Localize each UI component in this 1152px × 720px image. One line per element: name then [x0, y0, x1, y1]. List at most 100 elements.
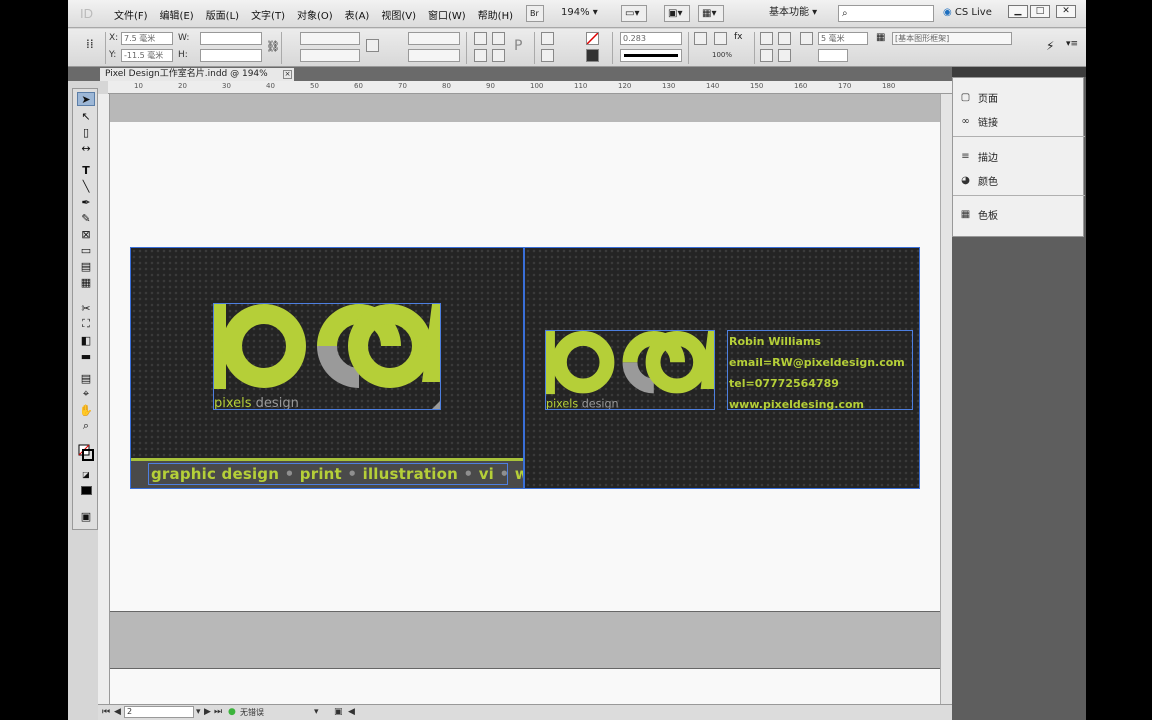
y-field[interactable]: -11.5 毫米	[121, 49, 173, 62]
menu-edit[interactable]: 编辑(E)	[154, 7, 200, 22]
menu-table[interactable]: 表(A)	[339, 7, 376, 22]
text-wrap-box-icon[interactable]	[778, 32, 791, 45]
pen-tool-icon[interactable]: ✒	[77, 195, 95, 209]
arrange-docs-button[interactable]: ▦▾	[698, 5, 724, 22]
stroke-swatch-icon[interactable]	[586, 49, 599, 62]
select-container-icon[interactable]	[541, 32, 554, 45]
panel-stroke[interactable]: ≡ 描边	[959, 147, 998, 165]
free-transform-tool-icon[interactable]: ⛶	[77, 317, 95, 331]
page-menu-icon[interactable]: ▾	[196, 707, 201, 717]
direct-selection-tool-icon[interactable]: ↖	[77, 109, 95, 123]
logo-frame-back[interactable]: pixels design	[545, 330, 715, 411]
flip-vertical-icon[interactable]	[492, 49, 505, 62]
constrain-proportions-icon[interactable]: ⛓	[266, 40, 280, 53]
preflight-menu-icon[interactable]: ▾	[314, 707, 319, 717]
workspace-switcher[interactable]: 基本功能 ▾	[766, 5, 826, 22]
document-tab[interactable]: Pixel Design工作室名片.indd @ 194% ×	[100, 68, 294, 81]
business-card-front[interactable]: pixels design graphic design • print • i…	[130, 247, 524, 489]
width-field[interactable]	[200, 32, 262, 45]
preflight-status[interactable]: 无错误	[240, 707, 264, 718]
text-wrap-none-icon[interactable]	[760, 32, 773, 45]
last-page-icon[interactable]: ⏭	[214, 707, 222, 717]
menu-view[interactable]: 视图(V)	[375, 7, 422, 22]
grid-tool-icon[interactable]: ▦	[77, 275, 95, 289]
panel-color[interactable]: ◕ 颜色	[959, 171, 998, 189]
vertical-scrollbar[interactable]	[940, 94, 952, 704]
logo-frame-front[interactable]: pixels design	[213, 303, 441, 411]
constrain-scale-icon[interactable]	[366, 39, 379, 52]
panel-pages[interactable]: ▢ 页面	[959, 88, 998, 106]
shear-field[interactable]	[408, 49, 460, 62]
close-tab-icon[interactable]: ×	[283, 70, 292, 79]
fx-icon[interactable]: fx	[734, 32, 747, 45]
bridge-button[interactable]: Br	[526, 5, 544, 22]
table-tool-icon[interactable]: ▤	[77, 259, 95, 273]
pencil-tool-icon[interactable]: ✎	[77, 211, 95, 225]
gradient-swatch-tool-icon[interactable]: ◧	[77, 333, 95, 347]
opacity-value[interactable]: 100%	[712, 51, 732, 59]
rotate-field[interactable]	[408, 32, 460, 45]
object-style-select[interactable]: [基本图形框架]	[892, 32, 1012, 45]
page[interactable]	[110, 668, 940, 704]
prev-page-icon[interactable]: ◀	[114, 707, 121, 717]
contact-text-frame[interactable]: Robin Williams email=RW@pixeldesign.com …	[727, 330, 913, 411]
line-tool-icon[interactable]: ╲	[77, 179, 95, 193]
fill-swatch-icon[interactable]	[586, 32, 599, 45]
scroll-left-icon[interactable]: ◀	[348, 707, 355, 717]
next-page-icon[interactable]: ▶	[204, 707, 211, 717]
zoom-tool-icon[interactable]: ⌕	[77, 419, 95, 433]
flip-horizontal-icon[interactable]	[474, 49, 487, 62]
gap-field[interactable]: 5 毫米	[818, 32, 868, 45]
gap-tool-icon[interactable]: ↔	[77, 141, 95, 155]
business-card-back[interactable]: pixels design Robin Williams email=RW@pi…	[524, 247, 920, 489]
x-field[interactable]: 7.5 毫米	[121, 32, 173, 45]
effects-icon[interactable]	[714, 32, 727, 45]
maximize-button[interactable]: □	[1030, 5, 1050, 18]
default-colors-icon[interactable]: ◪	[77, 467, 95, 481]
text-wrap-jump-icon[interactable]	[778, 49, 791, 62]
menu-help[interactable]: 帮助(H)	[472, 7, 519, 22]
rectangle-tool-icon[interactable]: ▭	[77, 243, 95, 257]
page[interactable]: pixels design graphic design • print • i…	[110, 122, 940, 612]
drop-shadow-icon[interactable]	[694, 32, 707, 45]
menu-type[interactable]: 文字(T)	[245, 7, 291, 22]
corner-select[interactable]	[818, 49, 848, 62]
eyedropper-tool-icon[interactable]: ⌖	[77, 387, 95, 401]
menu-file[interactable]: 文件(F)	[108, 7, 154, 22]
gradient-feather-tool-icon[interactable]: ▬	[77, 349, 95, 363]
document-canvas[interactable]: pixels design graphic design • print • i…	[110, 94, 940, 704]
quick-apply-icon[interactable]: ⚡	[1046, 39, 1059, 53]
panel-menu-icon[interactable]: ▾≡	[1066, 39, 1079, 52]
note-tool-icon[interactable]: ▤	[77, 371, 95, 385]
panel-links[interactable]: ∞ 链接	[959, 112, 998, 130]
menu-window[interactable]: 窗口(W)	[422, 7, 472, 22]
select-content-icon[interactable]	[541, 49, 554, 62]
screen-mode-button[interactable]: ▣▾	[664, 5, 690, 22]
menu-object[interactable]: 对象(O)	[291, 7, 339, 22]
reference-point-icon[interactable]: ⁞⁞	[86, 37, 102, 55]
rectangle-frame-tool-icon[interactable]: ⊠	[77, 227, 95, 241]
scissors-tool-icon[interactable]: ✂	[77, 301, 95, 315]
fill-stroke-swatch-icon[interactable]	[77, 443, 95, 463]
scale-x-field[interactable]	[300, 32, 360, 45]
panel-swatches[interactable]: ▦ 色板	[959, 205, 998, 223]
rotate-ccw-icon[interactable]	[492, 32, 505, 45]
view-options-button[interactable]: ▭▾	[621, 5, 647, 22]
panel-dock-header[interactable]	[952, 67, 1086, 77]
first-page-icon[interactable]: ⏮	[102, 707, 110, 717]
hand-tool-icon[interactable]: ✋	[77, 403, 95, 417]
height-field[interactable]	[200, 49, 262, 62]
search-field[interactable]: ⌕	[838, 5, 934, 22]
selection-tool-icon[interactable]: ➤	[77, 92, 95, 106]
cs-live-button[interactable]: ◉ CS Live	[940, 5, 1002, 22]
menu-layout[interactable]: 版面(L)	[200, 7, 245, 22]
type-tool-icon[interactable]: T	[77, 163, 95, 177]
page-tool-icon[interactable]: ▯	[77, 125, 95, 139]
open-page-icon[interactable]: ▣	[334, 707, 343, 717]
tagline-text-frame[interactable]: graphic design • print • illustration • …	[148, 463, 523, 485]
zoom-select[interactable]: 194% ▾	[558, 5, 608, 22]
stroke-weight-field[interactable]: 0.283	[620, 32, 682, 45]
text-wrap-shape-icon[interactable]	[760, 49, 773, 62]
stroke-type-select[interactable]	[620, 49, 682, 62]
page-number-field[interactable]: 2	[124, 706, 194, 718]
